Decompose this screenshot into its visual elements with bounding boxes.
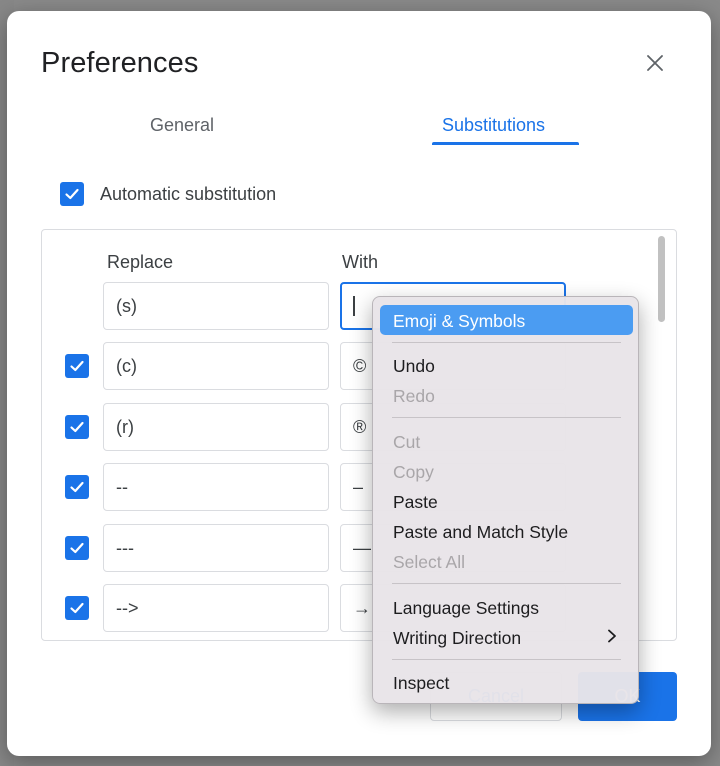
menu-item-inspect[interactable]: Inspect	[393, 673, 449, 694]
menu-item-cut[interactable]: Cut	[393, 432, 420, 453]
tab-general[interactable]: General	[150, 115, 214, 136]
replace-field[interactable]: (s)	[103, 282, 329, 330]
menu-item-paste[interactable]: Paste	[393, 492, 438, 513]
column-header-with: With	[342, 252, 378, 272]
row-checkbox[interactable]	[65, 596, 89, 620]
row-checkbox[interactable]	[65, 354, 89, 378]
dialog-title: Preferences	[41, 47, 199, 79]
checkmark-icon	[70, 421, 84, 433]
menu-item-language-settings[interactable]: Language Settings	[393, 598, 539, 619]
replace-field[interactable]: -->	[103, 584, 329, 632]
table-scrollbar[interactable]	[658, 236, 665, 322]
menu-separator	[392, 417, 621, 418]
automatic-substitution-checkbox[interactable]	[60, 182, 84, 206]
menu-item-label: Emoji & Symbols	[393, 311, 526, 331]
replace-field[interactable]: (r)	[103, 403, 329, 451]
context-menu: Emoji & Symbols Undo Redo Cut Copy Paste…	[372, 296, 639, 704]
replace-field[interactable]: (c)	[103, 342, 329, 390]
menu-item-emoji-symbols[interactable]: Emoji & Symbols	[380, 305, 633, 335]
automatic-substitution-label: Automatic substitution	[100, 184, 277, 204]
checkmark-icon	[70, 481, 84, 493]
column-header-replace: Replace	[107, 252, 174, 272]
menu-item-writing-direction[interactable]: Writing Direction	[393, 628, 521, 649]
text-caret	[353, 296, 355, 316]
checkmark-icon	[70, 602, 84, 614]
menu-separator	[392, 659, 621, 660]
menu-item-copy[interactable]: Copy	[393, 462, 434, 483]
row-checkbox[interactable]	[65, 475, 89, 499]
tab-substitutions[interactable]: Substitutions	[442, 115, 545, 136]
menu-separator	[392, 342, 621, 343]
replace-field[interactable]: ---	[103, 524, 329, 572]
active-tab-indicator	[432, 142, 579, 145]
menu-item-redo[interactable]: Redo	[393, 386, 435, 407]
checkmark-icon	[70, 360, 84, 372]
row-checkbox[interactable]	[65, 415, 89, 439]
checkmark-icon	[70, 542, 84, 554]
menu-item-select-all[interactable]: Select All	[393, 552, 465, 573]
menu-item-undo[interactable]: Undo	[393, 356, 435, 377]
close-icon	[647, 55, 663, 71]
chevron-right-icon	[608, 629, 616, 643]
replace-field[interactable]: --	[103, 463, 329, 511]
menu-item-paste-and-match-style[interactable]: Paste and Match Style	[393, 522, 568, 543]
row-checkbox[interactable]	[65, 536, 89, 560]
close-button[interactable]	[641, 49, 669, 77]
checkmark-icon	[65, 188, 79, 200]
menu-separator	[392, 583, 621, 584]
